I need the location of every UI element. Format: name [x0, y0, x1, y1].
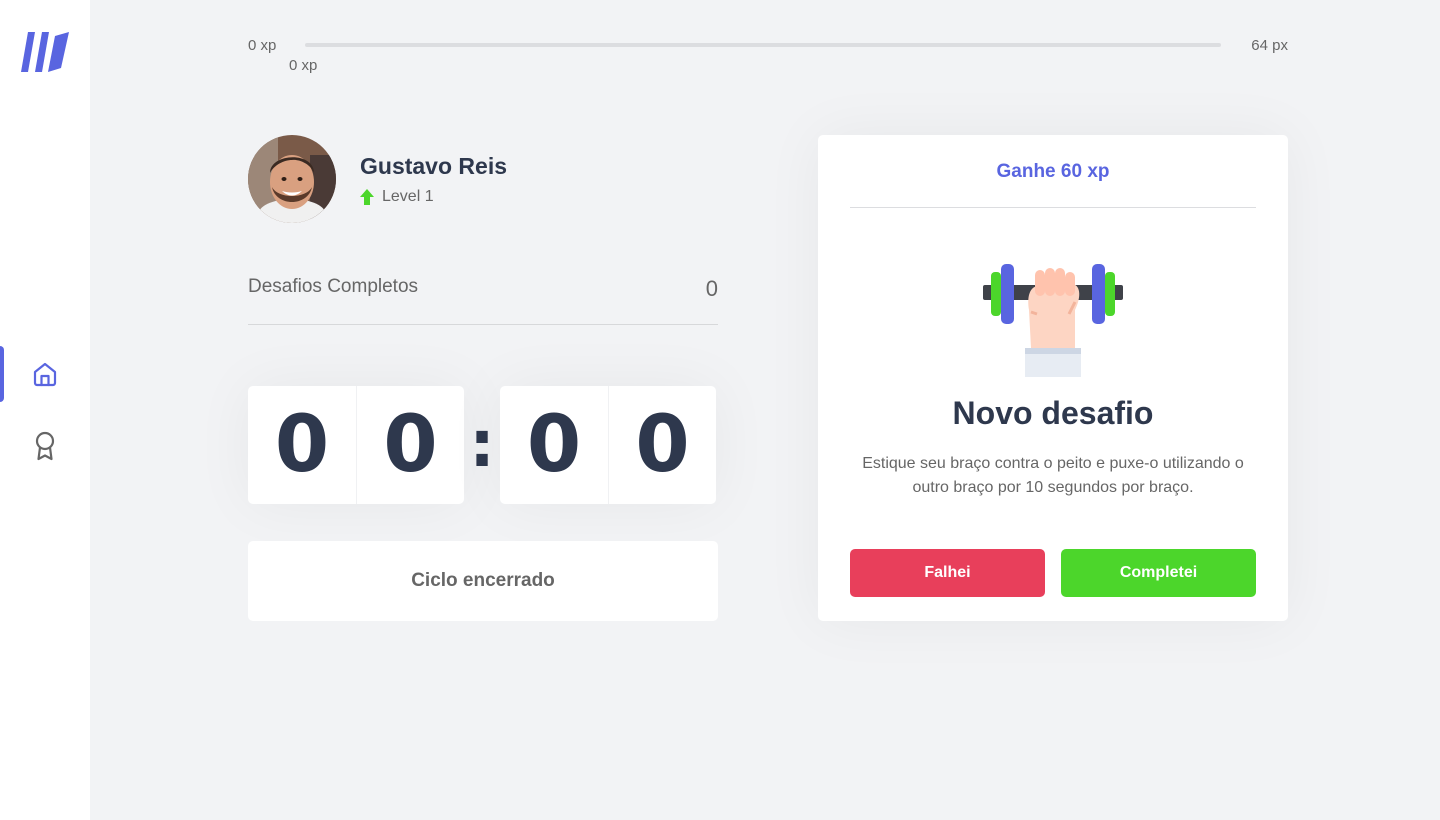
- xp-current-label: 0 xp: [289, 57, 318, 74]
- challenge-title: Novo desafio: [952, 395, 1154, 431]
- completed-challenges-count: 0: [705, 276, 718, 301]
- xp-min-label: 0 xp: [248, 37, 277, 54]
- minute-ones-digit: 0: [356, 386, 464, 504]
- challenge-xp-reward: Ganhe 60 xp: [850, 135, 1256, 208]
- countdown: 0 0 : 0 0: [248, 386, 718, 504]
- profile-name: Gustavo Reis: [360, 152, 507, 179]
- xp-max-label: 64 px: [1251, 37, 1288, 54]
- failed-button[interactable]: Falhei: [850, 549, 1045, 597]
- profile: Gustavo Reis Level 1: [248, 135, 507, 223]
- sidebar: [0, 0, 90, 820]
- xp-track: [305, 43, 1221, 47]
- challenge-box: Ganhe 60 xp Novo desafio Estique seu bra…: [818, 135, 1288, 621]
- home-icon: [33, 362, 57, 387]
- challenge-actions: Falhei Completei: [850, 549, 1256, 597]
- cycle-ended-button[interactable]: Ciclo encerrado: [248, 541, 718, 621]
- completed-challenges-label: Desafios Completos: [248, 276, 419, 297]
- active-indicator: [0, 346, 4, 402]
- profile-level: Level 1: [360, 188, 507, 206]
- countdown-minutes: 0 0: [248, 386, 464, 504]
- sidebar-item-home[interactable]: [0, 346, 90, 402]
- countdown-separator: :: [469, 408, 495, 482]
- dumbbell-icon: [983, 264, 1123, 377]
- challenge-description: Estique seu braço contra o peito e puxe-…: [862, 455, 1244, 496]
- completed-challenges: Desafios Completos 0: [248, 276, 718, 325]
- minute-tens-digit: 0: [274, 400, 330, 490]
- level-up-icon: [360, 188, 374, 205]
- sidebar-item-award[interactable]: [0, 418, 90, 474]
- countdown-seconds: 0 0: [500, 386, 716, 504]
- award-icon: [35, 431, 55, 461]
- level-label: Level 1: [382, 187, 434, 205]
- avatar: [248, 135, 336, 223]
- logo-icon[interactable]: [20, 30, 70, 74]
- experience-bar: 0 xp 0 xp 64 px: [248, 34, 1288, 74]
- avatar-image: [248, 135, 336, 223]
- second-ones-digit: 0: [608, 386, 716, 504]
- profile-info: Gustavo Reis Level 1: [360, 153, 507, 206]
- completed-button[interactable]: Completei: [1061, 549, 1256, 597]
- second-tens-digit: 0: [526, 400, 582, 490]
